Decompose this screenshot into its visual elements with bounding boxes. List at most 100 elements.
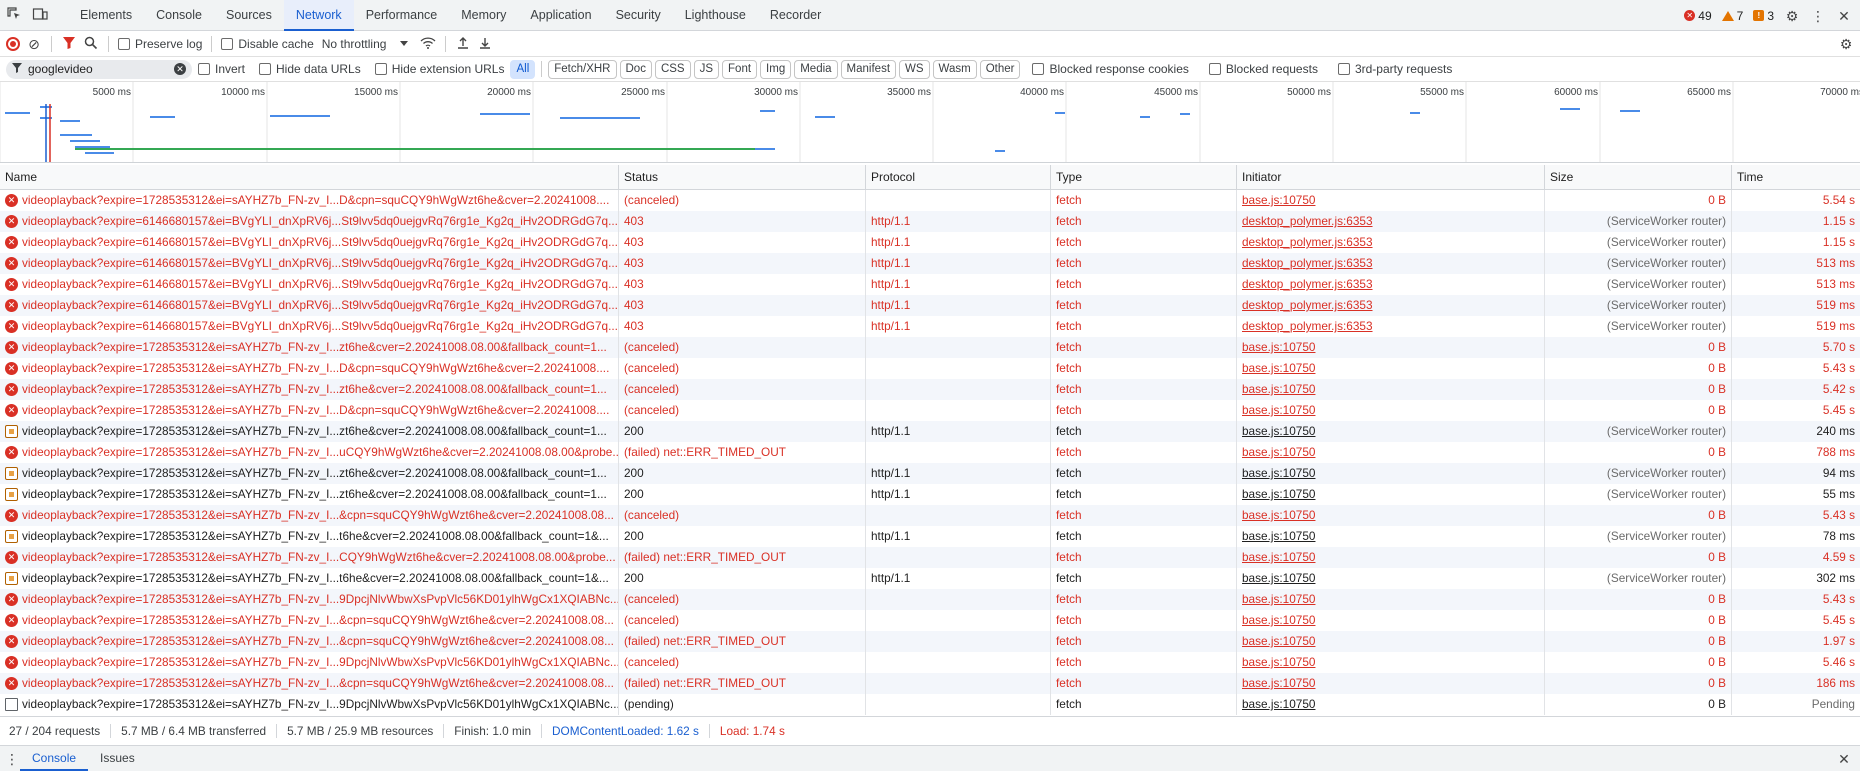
type-filter-wasm[interactable]: Wasm [932, 59, 977, 79]
type-filter-js[interactable]: JS [693, 59, 720, 79]
checkbox-box[interactable] [1208, 63, 1221, 75]
table-row[interactable]: ✕ videoplayback?expire=1728535312&ei=sAYH… [0, 673, 1860, 694]
initiator-link[interactable]: base.js:10750 [1242, 403, 1315, 417]
column-header-status[interactable]: Status [619, 165, 866, 190]
request-name[interactable]: videoplayback?expire=6146680157&ei=BVgYL… [0, 316, 619, 337]
request-name[interactable]: videoplayback?expire=6146680157&ei=BVgYL… [0, 253, 619, 274]
initiator-link[interactable]: base.js:10750 [1242, 193, 1315, 207]
table-row[interactable]: ✕ videoplayback?expire=6146680157&ei=BVgY… [0, 253, 1860, 274]
network-overview-timeline[interactable]: 5000 ms 10000 ms 15000 ms 20000 ms 25000 ms 3… [0, 82, 1860, 163]
table-row[interactable]: videoplayback?expire=1728535312&ei=sAYHZ… [0, 694, 1860, 715]
request-name[interactable]: videoplayback?expire=1728535312&ei=sAYHZ… [0, 421, 619, 442]
table-row[interactable]: ✕ videoplayback?expire=6146680157&ei=BVgY… [0, 316, 1860, 337]
warning-count[interactable]: 7 [1721, 9, 1743, 23]
type-filter-doc[interactable]: Doc [619, 59, 652, 79]
more-options-icon[interactable]: ⋮ [1810, 8, 1826, 24]
initiator-link[interactable]: base.js:10750 [1242, 508, 1315, 522]
table-row[interactable]: videoplayback?expire=1728535312&ei=sAYHZ… [0, 463, 1860, 484]
checkbox-box[interactable] [118, 37, 130, 50]
initiator-link[interactable]: base.js:10750 [1242, 613, 1315, 627]
request-name[interactable]: videoplayback?expire=1728535312&ei=sAYHZ… [0, 190, 619, 211]
request-name[interactable]: videoplayback?expire=1728535312&ei=sAYHZ… [0, 631, 619, 652]
settings-gear-icon[interactable]: ⚙ [1784, 8, 1800, 24]
type-filter-manifest[interactable]: Manifest [840, 59, 897, 79]
tab-lighthouse[interactable]: Lighthouse [673, 0, 758, 31]
request-name[interactable]: videoplayback?expire=6146680157&ei=BVgYL… [0, 295, 619, 316]
initiator-link[interactable]: base.js:10750 [1242, 340, 1315, 354]
tab-network[interactable]: Network [283, 0, 354, 31]
request-name[interactable]: videoplayback?expire=1728535312&ei=sAYHZ… [0, 568, 619, 589]
initiator-link[interactable]: base.js:10750 [1242, 571, 1315, 585]
request-name[interactable]: videoplayback?expire=1728535312&ei=sAYHZ… [0, 652, 619, 673]
network-conditions-icon[interactable] [420, 36, 436, 52]
issues-count[interactable]: ! 3 [1753, 9, 1774, 23]
filter-input[interactable] [28, 62, 168, 76]
table-row[interactable]: ✕ videoplayback?expire=1728535312&ei=sAYH… [0, 610, 1860, 631]
table-row[interactable]: videoplayback?expire=1728535312&ei=sAYHZ… [0, 484, 1860, 505]
tab-security[interactable]: Security [604, 0, 673, 31]
initiator-link[interactable]: base.js:10750 [1242, 466, 1315, 480]
request-name[interactable]: videoplayback?expire=1728535312&ei=sAYHZ… [0, 610, 619, 631]
request-name[interactable]: videoplayback?expire=1728535312&ei=sAYHZ… [0, 463, 619, 484]
column-header-time[interactable]: Time [1732, 165, 1860, 190]
table-row[interactable]: ✕ videoplayback?expire=1728535312&ei=sAYH… [0, 589, 1860, 610]
import-har-icon[interactable] [455, 36, 471, 52]
close-drawer-icon[interactable]: ✕ [1836, 751, 1852, 767]
filter-input-box[interactable]: ✕ [6, 59, 192, 79]
initiator-link[interactable]: base.js:10750 [1242, 424, 1315, 438]
table-row[interactable]: ✕ videoplayback?expire=1728535312&ei=sAYH… [0, 505, 1860, 526]
device-toolbar-icon[interactable] [32, 6, 48, 22]
table-row[interactable]: ✕ videoplayback?expire=1728535312&ei=sAYH… [0, 547, 1860, 568]
table-row[interactable]: videoplayback?expire=1728535312&ei=sAYHZ… [0, 568, 1860, 589]
initiator-link[interactable]: base.js:10750 [1242, 445, 1315, 459]
request-name[interactable]: videoplayback?expire=6146680157&ei=BVgYL… [0, 232, 619, 253]
request-name[interactable]: videoplayback?expire=1728535312&ei=sAYHZ… [0, 400, 619, 421]
type-filter-fetch-xhr[interactable]: Fetch/XHR [548, 59, 617, 79]
initiator-link[interactable]: desktop_polymer.js:6353 [1242, 235, 1373, 249]
request-name[interactable]: videoplayback?expire=1728535312&ei=sAYHZ… [0, 547, 619, 568]
type-filter-media[interactable]: Media [794, 59, 838, 79]
column-header-protocol[interactable]: Protocol [866, 165, 1051, 190]
tab-memory[interactable]: Memory [449, 0, 518, 31]
column-header-type[interactable]: Type [1051, 165, 1237, 190]
column-header-initiator[interactable]: Initiator [1237, 165, 1545, 190]
request-name[interactable]: videoplayback?expire=1728535312&ei=sAYHZ… [0, 673, 619, 694]
table-row[interactable]: ✕ videoplayback?expire=1728535312&ei=sAYH… [0, 379, 1860, 400]
column-header-size[interactable]: Size [1545, 165, 1732, 190]
type-filter-css[interactable]: CSS [654, 59, 691, 79]
request-name[interactable]: videoplayback?expire=1728535312&ei=sAYHZ… [0, 589, 619, 610]
checkbox-box[interactable] [221, 37, 234, 50]
search-icon[interactable] [83, 36, 99, 52]
blocked-response-cookies-checkbox[interactable]: Blocked response cookies [1032, 62, 1189, 76]
drawer-tab-console[interactable]: Console [20, 746, 89, 771]
throttling-select[interactable]: No throttling [322, 37, 409, 51]
tab-recorder[interactable]: Recorder [758, 0, 833, 31]
table-row[interactable]: ✕ videoplayback?expire=6146680157&ei=BVgY… [0, 232, 1860, 253]
close-devtools-icon[interactable]: ✕ [1836, 8, 1852, 24]
tab-elements[interactable]: Elements [68, 0, 144, 31]
hide-extension-urls-checkbox[interactable]: Hide extension URLs [374, 62, 504, 76]
request-name[interactable]: videoplayback?expire=6146680157&ei=BVgYL… [0, 274, 619, 295]
initiator-link[interactable]: base.js:10750 [1242, 655, 1315, 669]
checkbox-box[interactable] [259, 63, 272, 75]
initiator-link[interactable]: base.js:10750 [1242, 361, 1315, 375]
initiator-link[interactable]: desktop_polymer.js:6353 [1242, 256, 1373, 270]
type-filter-ws[interactable]: WS [899, 59, 930, 79]
initiator-link[interactable]: base.js:10750 [1242, 592, 1315, 606]
initiator-link[interactable]: base.js:10750 [1242, 676, 1315, 690]
table-row[interactable]: ✕ videoplayback?expire=1728535312&ei=sAYH… [0, 190, 1860, 211]
request-name[interactable]: videoplayback?expire=1728535312&ei=sAYHZ… [0, 694, 619, 715]
request-name[interactable]: videoplayback?expire=1728535312&ei=sAYHZ… [0, 337, 619, 358]
drawer-tab-issues[interactable]: Issues [88, 746, 147, 771]
tab-application[interactable]: Application [518, 0, 603, 31]
export-har-icon[interactable] [477, 36, 493, 52]
table-row[interactable]: ✕ videoplayback?expire=6146680157&ei=BVgY… [0, 211, 1860, 232]
preserve-log-checkbox[interactable]: Preserve log [118, 37, 202, 51]
type-filter-img[interactable]: Img [760, 59, 792, 79]
initiator-link[interactable]: desktop_polymer.js:6353 [1242, 214, 1373, 228]
clear-filter-icon[interactable]: ✕ [174, 63, 186, 75]
initiator-link[interactable]: desktop_polymer.js:6353 [1242, 319, 1373, 333]
table-row[interactable]: ✕ videoplayback?expire=1728535312&ei=sAYH… [0, 631, 1860, 652]
request-name[interactable]: videoplayback?expire=1728535312&ei=sAYHZ… [0, 526, 619, 547]
initiator-link[interactable]: base.js:10750 [1242, 697, 1315, 711]
